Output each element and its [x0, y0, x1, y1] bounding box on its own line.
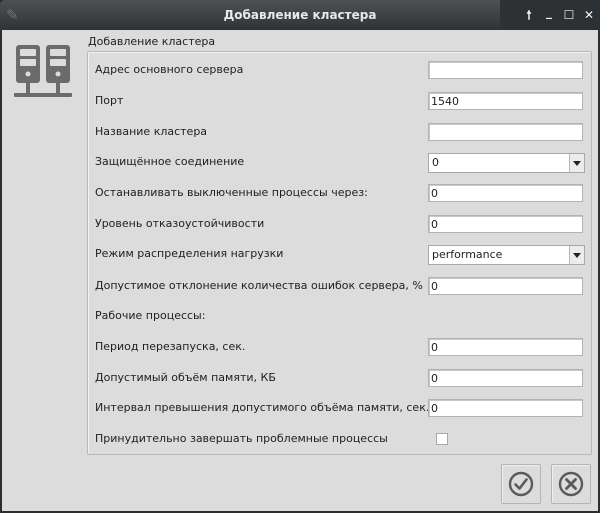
chevron-down-icon[interactable] — [569, 154, 584, 172]
secure-connection-select[interactable]: 0 — [428, 153, 585, 173]
ok-button[interactable] — [501, 464, 541, 504]
cluster-settings-group: Адрес основного сервера Порт 1540 Назван… — [87, 51, 592, 455]
restart-period-label: Период перезапуска, сек. — [95, 340, 246, 353]
field-row-memory-limit: Допустимый объём памяти, КБ 0 — [95, 369, 585, 389]
section-working-processes: Рабочие процессы: — [95, 307, 585, 327]
memory-exceed-interval-input[interactable]: 0 — [428, 399, 583, 417]
window-controls: 🠕 _ ☐ ✕ — [500, 0, 600, 30]
secure-connection-label: Защищённое соединение — [95, 155, 245, 168]
field-row-cluster-name: Название кластера — [95, 123, 585, 143]
ok-check-icon — [508, 471, 534, 497]
field-row-load-balancing: Режим распределения нагрузки performance — [95, 245, 585, 265]
field-row-error-deviation: Допустимое отклонение количества ошибок … — [95, 277, 585, 297]
memory-limit-label: Допустимый объём памяти, КБ — [95, 371, 276, 384]
port-label: Порт — [95, 94, 124, 107]
field-row-server-address: Адрес основного сервера — [95, 61, 585, 81]
working-processes-heading: Рабочие процессы: — [95, 309, 206, 322]
field-row-force-terminate: Принудительно завершать проблемные проце… — [95, 430, 585, 450]
load-balancing-value: performance — [432, 248, 503, 261]
cancel-x-icon — [558, 471, 584, 497]
cluster-name-label: Название кластера — [95, 125, 208, 138]
group-title: Добавление кластера — [88, 35, 216, 48]
field-row-port: Порт 1540 — [95, 92, 585, 112]
dialog-body: Добавление кластера Адрес основного серв… — [2, 30, 598, 511]
field-row-stop-disabled-processes: Останавливать выключенные процессы через… — [95, 184, 585, 204]
restart-period-input[interactable]: 0 — [428, 338, 583, 356]
server-address-label: Адрес основного сервера — [95, 63, 244, 76]
error-deviation-input[interactable]: 0 — [428, 277, 583, 295]
server-cluster-icon — [14, 45, 72, 97]
load-balancing-select[interactable]: performance — [428, 245, 585, 265]
cancel-button[interactable] — [551, 464, 591, 504]
field-row-fault-tolerance: Уровень отказоустойчивости 0 — [95, 215, 585, 235]
force-terminate-label: Принудительно завершать проблемные проце… — [95, 432, 388, 445]
server-address-input[interactable] — [428, 61, 583, 79]
field-row-secure-connection: Защищённое соединение 0 — [95, 153, 585, 173]
fault-tolerance-label: Уровень отказоустойчивости — [95, 217, 265, 230]
title-bar[interactable]: ✎ Добавление кластера 🠕 _ ☐ ✕ — [0, 0, 600, 30]
secure-connection-value: 0 — [432, 156, 439, 169]
memory-exceed-interval-label: Интервал превышения допустимого объёма п… — [95, 401, 430, 414]
field-row-memory-exceed-interval: Интервал превышения допустимого объёма п… — [95, 399, 585, 419]
minimize-icon[interactable]: _ — [540, 3, 558, 21]
field-row-restart-period: Период перезапуска, сек. 0 — [95, 338, 585, 358]
maximize-icon[interactable]: ☐ — [560, 6, 578, 24]
memory-limit-input[interactable]: 0 — [428, 369, 583, 387]
pin-icon[interactable]: 🠕 — [520, 6, 538, 24]
cluster-name-input[interactable] — [428, 123, 583, 141]
load-balancing-label: Режим распределения нагрузки — [95, 247, 284, 260]
stop-disabled-processes-input[interactable]: 0 — [428, 184, 583, 202]
close-icon[interactable]: ✕ — [580, 6, 598, 24]
fault-tolerance-input[interactable]: 0 — [428, 215, 583, 233]
chevron-down-icon[interactable] — [569, 246, 584, 264]
error-deviation-label: Допустимое отклонение количества ошибок … — [95, 279, 423, 292]
stop-disabled-processes-label: Останавливать выключенные процессы через… — [95, 186, 368, 199]
force-terminate-checkbox[interactable] — [436, 433, 448, 445]
port-input[interactable]: 1540 — [428, 92, 583, 110]
